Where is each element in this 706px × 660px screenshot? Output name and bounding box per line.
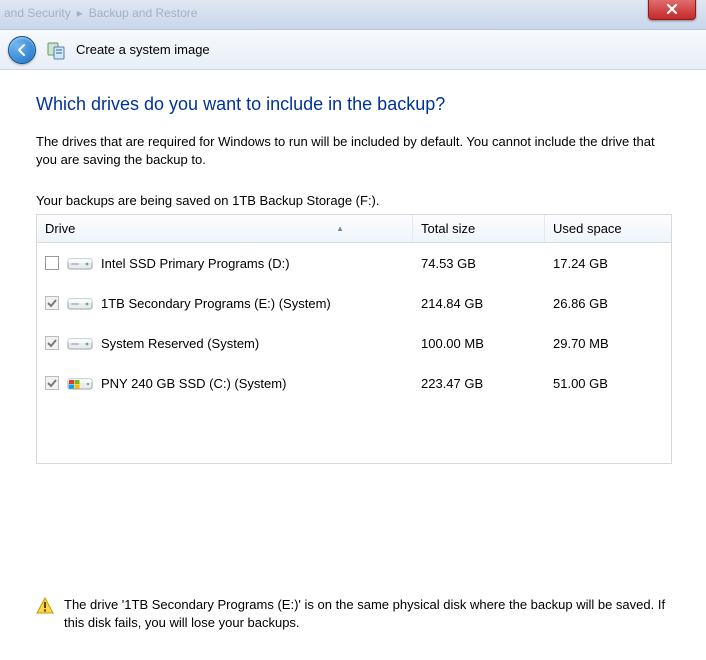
drive-checkbox [45,336,59,350]
cell-drive: Intel SSD Primary Programs (D:) [37,253,413,273]
drive-checkbox [45,376,59,390]
column-header-drive[interactable]: Drive ▲ [37,215,413,242]
breadcrumb: and Security ▸ Backup and Restore [4,6,197,20]
page-title: Create a system image [76,42,210,57]
cell-total-size: 100.00 MB [413,336,545,351]
cell-used-space: 17.24 GB [545,256,671,271]
column-header-used[interactable]: Used space [545,215,671,242]
cell-drive: PNY 240 GB SSD (C:) (System) [37,373,413,393]
cell-used-space: 51.00 GB [545,376,671,391]
close-icon [665,2,679,16]
cell-total-size: 74.53 GB [413,256,545,271]
drive-name: PNY 240 GB SSD (C:) (System) [101,376,286,391]
table-row: 1TB Secondary Programs (E:) (System) 214.… [37,283,671,323]
warning-text: The drive '1TB Secondary Programs (E:)' … [64,596,672,632]
save-location-line: Your backups are being saved on 1TB Back… [36,193,670,208]
column-header-total[interactable]: Total size [413,215,545,242]
cell-total-size: 214.84 GB [413,296,545,311]
check-icon [47,298,57,308]
table-body: Intel SSD Primary Programs (D:)74.53 GB1… [37,243,671,403]
back-arrow-icon [15,43,29,57]
column-header-label: Drive [45,221,75,236]
table-empty-space [37,403,671,463]
drive-icon [67,253,93,273]
window-titlebar: and Security ▸ Backup and Restore [0,0,706,30]
check-icon [47,338,57,348]
breadcrumb-separator: ▸ [77,6,83,20]
table-row: System Reserved (System) 100.00 MB29.70 M… [37,323,671,363]
cell-drive: 1TB Secondary Programs (E:) (System) [37,293,413,313]
cell-used-space: 26.86 GB [545,296,671,311]
drive-icon [67,333,93,353]
breadcrumb-part: Backup and Restore [89,6,198,20]
back-button[interactable] [8,36,36,64]
sort-ascending-icon: ▲ [336,224,344,233]
content-area: Which drives do you want to include in t… [0,70,706,660]
cell-used-space: 29.70 MB [545,336,671,351]
nav-bar: Create a system image [0,30,706,70]
drive-name: System Reserved (System) [101,336,259,351]
table-row: Intel SSD Primary Programs (D:) 74.53 GB1… [37,243,671,283]
drive-table: Drive ▲ Total size Used space Intel SSD … [36,214,672,464]
system-image-icon [46,40,66,60]
table-header: Drive ▲ Total size Used space [37,215,671,243]
heading: Which drives do you want to include in t… [36,94,670,115]
drive-name: Intel SSD Primary Programs (D:) [101,256,290,271]
drive-name: 1TB Secondary Programs (E:) (System) [101,296,331,311]
breadcrumb-part: and Security [4,6,71,20]
description: The drives that are required for Windows… [36,133,656,169]
warning-icon [36,597,54,615]
cell-drive: System Reserved (System) [37,333,413,353]
drive-windows-icon [67,373,93,393]
drive-icon [67,293,93,313]
drive-checkbox[interactable] [45,256,59,270]
drive-checkbox [45,296,59,310]
cell-total-size: 223.47 GB [413,376,545,391]
warning-message: The drive '1TB Secondary Programs (E:)' … [36,596,672,632]
close-button[interactable] [648,0,696,20]
table-row: PNY 240 GB SSD (C:) (System) 223.47 GB51.… [37,363,671,403]
check-icon [47,378,57,388]
